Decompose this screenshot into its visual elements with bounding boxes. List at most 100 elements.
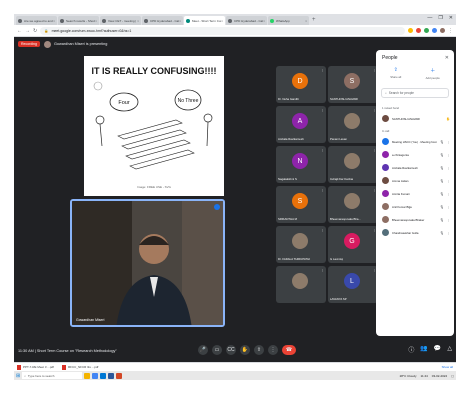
people-icon[interactable]: 👥 — [420, 345, 427, 354]
participant-tile[interactable]: N ⋮ Nagalakshmi S — [276, 146, 326, 183]
edge-icon[interactable] — [100, 372, 107, 379]
browser-tab[interactable]: Are we agreed to and tie...× — [16, 16, 57, 25]
list-item[interactable]: Bheemaraopuvala Bhaker 🎙 ⋮ — [376, 213, 454, 226]
participant-tile[interactable]: ⋮ Bheemaraopuvala Bha... — [328, 186, 378, 223]
url-input[interactable]: 🔒 meet.google.com/rum-xwuo-hmf?authuser=0… — [40, 26, 405, 35]
participant-tile[interactable]: ⋮ Pavani Lavan — [328, 106, 378, 143]
new-tab-icon[interactable]: + — [312, 16, 316, 25]
tile-options-icon[interactable]: ⋮ — [321, 188, 324, 192]
powerpoint-icon[interactable] — [116, 372, 123, 379]
pin-icon[interactable] — [214, 204, 220, 210]
download-name: RFCC_NFCR lits ...pdf — [68, 365, 99, 369]
chat-icon[interactable]: 💬 — [434, 345, 441, 354]
word-icon[interactable] — [108, 372, 115, 379]
whatsapp-favicon-icon — [270, 18, 274, 23]
more-options-icon[interactable]: ⋮ — [447, 218, 450, 222]
avatar — [382, 138, 389, 145]
browser-tab[interactable]: CPD Hyderabad - Calendar× — [142, 16, 183, 25]
raise-hand-button[interactable]: ✋ — [240, 345, 250, 355]
list-item[interactable]: SANTHOSH ANAVARI ✋ — [376, 112, 454, 125]
close-window-icon[interactable]: ✕ — [449, 15, 453, 21]
add-people-button[interactable]: ＋ Add people — [426, 67, 440, 80]
more-options-button[interactable]: ⋮ — [268, 345, 278, 355]
more-options-icon[interactable]: ⋮ — [447, 205, 450, 209]
lock-icon: 🔒 — [44, 28, 49, 33]
browser-tab[interactable]: Search results - Shodhganga× — [58, 16, 99, 25]
participant-tile[interactable]: L ⋮ LAVANYA SP — [328, 266, 378, 303]
tab-close-icon[interactable]: × — [263, 19, 265, 23]
speaker-name-label: Gowardhan Miseri — [76, 318, 105, 322]
share-all-button[interactable]: ⇪ Share all — [390, 67, 401, 80]
extension-icon[interactable] — [432, 28, 437, 33]
more-options-icon[interactable]: ⋮ — [447, 153, 450, 157]
participant-name: Bheemaraopuvala Bhaker — [392, 217, 425, 222]
camera-button[interactable]: ▭ — [212, 345, 222, 355]
participant-tile[interactable]: ⋮ Dr. FADALA THIRUPATHI — [276, 226, 326, 263]
download-item[interactable]: PPT-7-RE Meet 3 ...pdf — [17, 364, 54, 370]
tab-close-icon[interactable]: × — [95, 19, 97, 23]
participant-tile[interactable]: ⋮ — [276, 266, 326, 303]
captions-button[interactable]: CC — [226, 345, 236, 355]
tab-close-icon[interactable]: × — [53, 19, 55, 23]
tile-options-icon[interactable]: ⋮ — [321, 228, 324, 232]
list-item[interactable]: Amrita Kumari 🎙 ⋮ — [376, 187, 454, 200]
participant-tile[interactable]: ⋮ Indrajit Kar Kanhar — [328, 146, 378, 183]
present-button[interactable]: ⇧ — [254, 345, 264, 355]
list-item[interactable]: Anil Kumar Bijja 🎙 ⋮ — [376, 200, 454, 213]
info-icon[interactable]: ⓘ — [408, 345, 414, 354]
tab-close-icon[interactable]: × — [305, 19, 307, 23]
list-item[interactable]: Ambala Ravikarnesh 🎙 ⋮ — [376, 161, 454, 174]
taskbar-search-input[interactable]: ⌕ Type here to search — [22, 372, 83, 379]
leave-call-button[interactable]: ☎ — [282, 345, 296, 355]
activities-icon[interactable]: △ — [447, 345, 452, 354]
star-icon[interactable] — [408, 28, 413, 33]
browser-tab[interactable]: WhatsApp × — [268, 16, 309, 25]
extension-icon[interactable] — [416, 28, 421, 33]
browser-menu-icon[interactable]: ⋮ — [448, 28, 453, 34]
tab-close-icon[interactable]: × — [179, 19, 181, 23]
participant-tile[interactable]: S ⋮ SANTHOSH ANAVARI — [328, 66, 378, 103]
list-item[interactable]: a.chintagunta 🎙 ⋮ — [376, 148, 454, 161]
participant-tile[interactable]: S ⋮ SRIKANTHA M — [276, 186, 326, 223]
download-item[interactable]: RFCC_NFCR lits ...pdf — [62, 364, 99, 370]
extension-icon[interactable] — [424, 28, 429, 33]
maximize-icon[interactable]: ❐ — [438, 15, 442, 21]
profile-avatar[interactable] — [440, 28, 445, 33]
notifications-icon[interactable]: ▢ — [451, 374, 454, 378]
speaker-video-tile[interactable]: Gowardhan Miseri — [70, 199, 225, 327]
close-panel-icon[interactable]: ✕ — [445, 55, 449, 61]
forward-icon[interactable]: → — [25, 28, 30, 34]
participant-tile[interactable]: D ⋮ Dr. Neha Gandhi — [276, 66, 326, 103]
more-options-icon[interactable]: ⋮ — [447, 231, 450, 235]
people-search-input[interactable]: ⌕ Search for people — [381, 88, 449, 98]
minimize-icon[interactable]: — — [427, 15, 432, 21]
show-all-downloads-link[interactable]: Show all — [442, 365, 453, 369]
more-options-icon[interactable]: ⋮ — [447, 166, 450, 170]
reload-icon[interactable]: ↻ — [33, 28, 37, 34]
list-item[interactable]: Amma Jattan 🎙 ⋮ — [376, 174, 454, 187]
browser-tab[interactable]: View CET - meeting | Heal× — [100, 16, 141, 25]
browser-tab-active[interactable]: Meet - Short Term Course× — [184, 16, 225, 25]
people-panel-title: People — [382, 55, 398, 61]
more-options-icon[interactable]: ⋮ — [447, 140, 450, 144]
tab-close-icon[interactable]: × — [221, 19, 223, 23]
list-item[interactable]: Meeting HSCC (You) · Meeting host 🎙 ⋮ — [376, 135, 454, 148]
tile-options-icon[interactable]: ⋮ — [321, 268, 324, 272]
file-explorer-icon[interactable] — [84, 372, 91, 379]
chrome-icon[interactable] — [92, 372, 99, 379]
list-item[interactable]: Chandrasekhar Golla 🎙 ⋮ — [376, 226, 454, 239]
windows-start-icon[interactable]: ⊞ — [16, 373, 20, 379]
tile-options-icon[interactable]: ⋮ — [321, 108, 324, 112]
tab-close-icon[interactable]: × — [137, 19, 139, 23]
back-icon[interactable]: ← — [17, 28, 22, 34]
more-options-icon[interactable]: ⋮ — [447, 179, 450, 183]
more-options-icon[interactable]: ⋮ — [447, 192, 450, 196]
mic-button[interactable]: 🎤 — [198, 345, 208, 355]
participant-tile[interactable]: A ⋮ Ambala Ravikarnesh — [276, 106, 326, 143]
slide-title: IT IS REALLY CONFUSING!!!! — [91, 66, 216, 76]
stick-figure-right — [203, 113, 213, 123]
tile-options-icon[interactable]: ⋮ — [321, 148, 324, 152]
tile-options-icon[interactable]: ⋮ — [321, 68, 324, 72]
browser-tab[interactable]: CPD Hyderabad - Calendar - Q× — [226, 16, 267, 25]
participant-tile[interactable]: G ⋮ G Laxmisp — [328, 226, 378, 263]
